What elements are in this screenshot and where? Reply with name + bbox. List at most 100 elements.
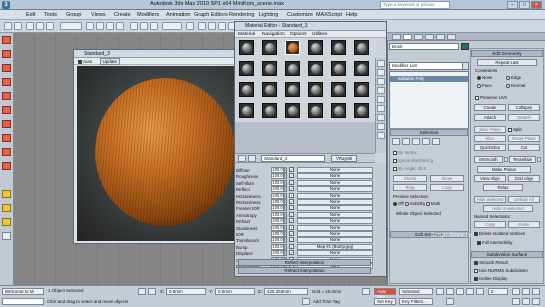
map-amount-field[interactable]: 100.0	[271, 218, 284, 225]
sample-slot[interactable]	[262, 103, 277, 118]
ignore-backfacing-option[interactable]: Ignore Backfacing	[393, 158, 433, 163]
maximize-viewport-icon[interactable]	[532, 298, 540, 305]
me-menu-options[interactable]: Options	[290, 32, 307, 37]
map-slot-button[interactable]: None	[297, 237, 373, 244]
sample-slot[interactable]	[285, 61, 300, 76]
percent-snap-icon[interactable]	[218, 22, 226, 30]
go-to-start-icon[interactable]	[436, 288, 444, 295]
reference-coordinate-dropdown[interactable]	[162, 22, 182, 30]
loop-button[interactable]: Loop	[430, 184, 464, 191]
y-coord-field[interactable]: 0.0mm	[215, 288, 255, 295]
slice-plane-button[interactable]: Slice Plane	[474, 126, 506, 133]
unhide-all-button[interactable]: Unhide All	[508, 196, 540, 203]
map-amount-spinner[interactable]	[284, 243, 287, 250]
menu-graph-editors[interactable]: Graph Editors	[194, 12, 228, 18]
map-enabled-checkbox[interactable]: ✓	[289, 173, 294, 179]
snap-toggle-icon[interactable]	[198, 22, 206, 30]
motion-tab-icon[interactable]	[425, 34, 434, 40]
reflect-interpolation-rollout[interactable]: Reflect interpolation	[238, 259, 371, 266]
shrink-button[interactable]: Shrink	[393, 175, 427, 182]
auto-checkbox[interactable]	[78, 59, 82, 64]
menu-tools[interactable]: Tools	[44, 12, 57, 18]
sample-slot[interactable]	[331, 61, 346, 76]
create-tab-icon[interactable]	[392, 34, 401, 40]
maxscript-input[interactable]	[2, 298, 44, 305]
delete-isolated-option[interactable]: Delete Isolated Vertices	[474, 231, 525, 236]
layer-tool-icon[interactable]	[2, 120, 11, 128]
map-amount-field[interactable]: 100.0	[271, 237, 284, 244]
pivot-center-icon[interactable]	[186, 22, 194, 30]
map-amount-field[interactable]: 100.0	[271, 179, 284, 186]
search-input[interactable]: Type a keyword or phrase	[380, 1, 450, 9]
update-button[interactable]: Update	[99, 58, 121, 65]
map-enabled-checkbox[interactable]: ✓	[289, 192, 294, 198]
map-enabled-checkbox[interactable]: ✓	[289, 211, 294, 217]
preview-subobj-radio[interactable]	[405, 201, 410, 206]
bind-space-warp-icon[interactable]	[46, 22, 54, 30]
menu-rendering[interactable]: Rendering	[229, 12, 254, 18]
repeat-last-button[interactable]: Repeat Last	[477, 59, 537, 66]
map-slot-button[interactable]: None	[297, 218, 373, 225]
background-icon[interactable]	[377, 78, 385, 85]
sample-slot[interactable]	[308, 61, 323, 76]
relax-button[interactable]: Relax	[483, 184, 523, 191]
split-option[interactable]: Split	[508, 127, 522, 132]
zoom-icon[interactable]	[512, 288, 520, 295]
scale-tool-icon[interactable]	[2, 78, 11, 86]
select-object-icon[interactable]	[86, 22, 94, 30]
map-amount-spinner[interactable]	[284, 179, 287, 186]
constraint-normal-option[interactable]: Normal	[506, 83, 525, 88]
map-enabled-checkbox[interactable]: ✓	[289, 199, 294, 204]
map-slot-button[interactable]: None	[297, 250, 373, 257]
map-slot-button[interactable]: None	[297, 186, 373, 193]
axis-y-icon[interactable]	[2, 204, 11, 212]
select-by-name-icon[interactable]	[96, 22, 104, 30]
sample-slot[interactable]	[285, 103, 300, 118]
material-name-field[interactable]: Standard_3	[261, 155, 325, 162]
cut-button[interactable]: Cut	[508, 144, 540, 151]
sample-slot[interactable]	[331, 82, 346, 97]
current-frame-field[interactable]: 0	[488, 288, 508, 295]
menu-views[interactable]: Views	[91, 12, 106, 18]
map-slot-button[interactable]: None	[297, 199, 373, 205]
border-level-icon[interactable]	[412, 138, 420, 145]
sample-slot[interactable]	[262, 40, 277, 55]
select-by-material-icon[interactable]	[377, 123, 385, 130]
rotate-tool-icon[interactable]	[2, 64, 11, 72]
zoom-extents-icon[interactable]	[522, 298, 530, 305]
mirror-tool-icon[interactable]	[2, 92, 11, 100]
map-amount-field[interactable]: 100.0	[271, 243, 284, 250]
maxscript-listener[interactable]: Welcome to M	[2, 288, 44, 295]
curve-editor-icon[interactable]	[2, 134, 11, 142]
sample-slot[interactable]	[262, 61, 277, 76]
sample-slot[interactable]	[239, 40, 254, 55]
auto-key-button[interactable]: Auto Key	[374, 288, 396, 299]
select-move-icon[interactable]	[130, 22, 138, 30]
edit-geometry-header[interactable]: Edit Geometry	[471, 50, 543, 57]
sample-slot[interactable]	[308, 40, 323, 55]
map-enabled-checkbox[interactable]: ✓	[289, 243, 294, 249]
sample-slot[interactable]	[239, 103, 254, 118]
polygon-level-icon[interactable]	[422, 138, 430, 145]
chevron-down-icon[interactable]	[462, 63, 468, 69]
by-vertex-option[interactable]: By Vertex	[393, 150, 417, 155]
use-nurms-option[interactable]: Use NURMS Subdivision	[474, 268, 528, 273]
smooth-result-option[interactable]: Smooth Result	[474, 260, 508, 265]
next-frame-icon[interactable]	[466, 288, 474, 295]
menu-modifiers[interactable]: Modifiers	[137, 12, 159, 18]
sample-uv-tiling-icon[interactable]	[377, 87, 385, 94]
map-amount-field[interactable]: 100.0	[271, 199, 284, 205]
me-menu-navigation[interactable]: Navigation	[262, 32, 285, 37]
display-tab-icon[interactable]	[436, 34, 445, 40]
menu-create[interactable]: Create	[114, 12, 131, 18]
tessellate-button[interactable]: Tessellate	[509, 156, 536, 163]
menu-maxscript[interactable]: MAXScript	[316, 12, 342, 18]
sample-slot[interactable]	[308, 82, 323, 97]
constraint-face-option[interactable]: Face	[477, 83, 492, 88]
map-amount-spinner[interactable]	[284, 224, 287, 231]
minimize-button[interactable]: –	[507, 1, 518, 9]
add-time-tag-label[interactable]: Add Time Tag	[313, 299, 340, 304]
map-enabled-checkbox[interactable]: ✓	[289, 186, 294, 192]
map-amount-spinner[interactable]	[284, 173, 287, 180]
object-color-swatch[interactable]	[461, 43, 469, 50]
